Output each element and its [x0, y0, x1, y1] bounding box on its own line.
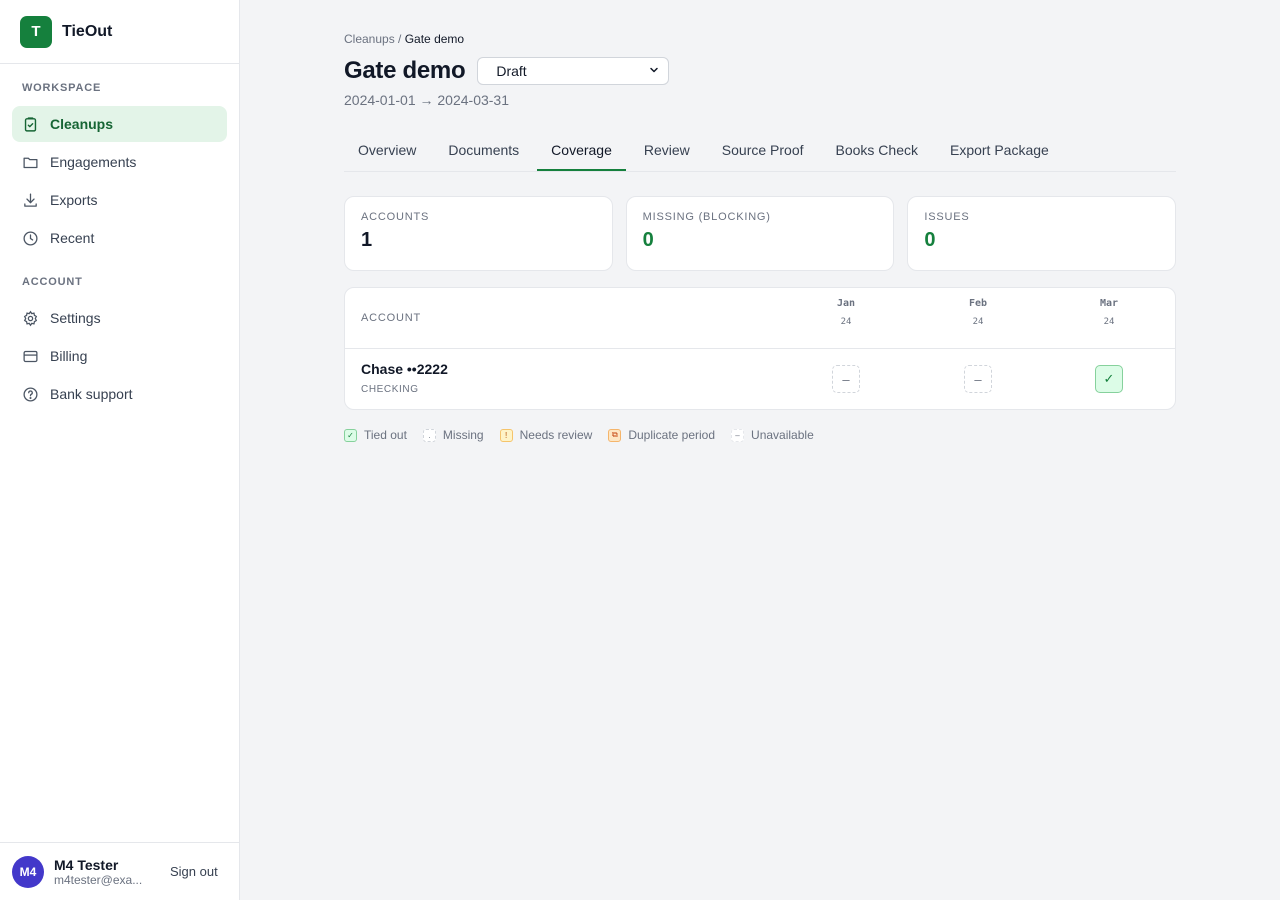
- column-header-month: Jan 24: [816, 298, 876, 327]
- status-select[interactable]: Draft: [477, 57, 670, 85]
- brand-logo: T: [20, 15, 52, 48]
- sidebar-item-cleanups[interactable]: Cleanups: [12, 106, 227, 142]
- legend-item-unavailable: – Unavailable: [731, 428, 814, 442]
- coverage-cell-tied-out[interactable]: ✓: [1095, 365, 1123, 393]
- breadcrumb: Cleanups / Gate demo: [344, 32, 1176, 46]
- month-label: Feb: [968, 297, 988, 309]
- legend-label: Duplicate period: [628, 428, 716, 442]
- download-icon: [22, 192, 39, 209]
- month-label: Mar: [1099, 297, 1119, 309]
- sidebar-item-label: Exports: [50, 192, 98, 208]
- year-label: 24: [840, 316, 852, 327]
- table-row: Chase ••2222 CHECKING – – ✓: [345, 349, 1175, 409]
- tab-overview[interactable]: Overview: [344, 134, 430, 171]
- warning-icon: !: [499, 428, 513, 442]
- status-select-value: Draft: [496, 63, 527, 79]
- date-range: 2024-01-01 → 2024-03-31: [344, 92, 510, 108]
- sidebar-item-label: Recent: [50, 230, 95, 246]
- credit-card-icon: [22, 348, 39, 365]
- stat-card-missing: MISSING (BLOCKING) 0: [625, 196, 895, 271]
- stat-label: ISSUES: [924, 211, 970, 223]
- stat-card-accounts: ACCOUNTS 1: [344, 196, 613, 271]
- account-name[interactable]: Chase ••2222: [361, 361, 448, 377]
- sidebar-item-billing[interactable]: Billing: [12, 338, 227, 374]
- user-name: M4 Tester: [54, 856, 119, 873]
- clipboard-check-icon: [22, 116, 39, 133]
- clock-icon: [22, 230, 39, 247]
- brand[interactable]: T TieOut: [0, 0, 239, 64]
- user-email: m4tester@exa...: [54, 872, 143, 887]
- account-type: CHECKING: [361, 384, 419, 395]
- legend-item-missing: . Missing: [422, 428, 484, 442]
- column-header-month: Feb 24: [948, 298, 1008, 327]
- page-title: Gate demo: [344, 57, 466, 84]
- month-label: Jan: [836, 297, 856, 309]
- sidebar-item-label: Engagements: [50, 154, 137, 170]
- user-panel: M4 M4 Tester m4tester@exa... Sign out: [0, 842, 239, 900]
- workspace-nav: Cleanups Engagements Exports Recent: [0, 106, 239, 256]
- legend: ✓ Tied out . Missing ! Needs review ⧉ Du…: [344, 428, 1176, 442]
- stat-card-issues: ISSUES 0: [907, 196, 1177, 271]
- brand-name: TieOut: [62, 22, 113, 40]
- duplicate-icon: ⧉: [608, 428, 622, 442]
- sidebar-item-exports[interactable]: Exports: [12, 182, 227, 218]
- account-section-label: ACCOUNT: [22, 276, 83, 288]
- sidebar-item-engagements[interactable]: Engagements: [12, 144, 227, 180]
- title-row: Gate demo Draft: [344, 56, 1176, 86]
- chevron-down-icon: [648, 63, 660, 79]
- main-content: Cleanups / Gate demo Gate demo Draft 202…: [344, 0, 1177, 442]
- tab-coverage[interactable]: Coverage: [537, 134, 626, 171]
- tab-source-proof[interactable]: Source Proof: [708, 134, 818, 171]
- folder-icon: [22, 154, 39, 171]
- legend-label: Needs review: [519, 428, 593, 442]
- legend-item-tied-out: ✓ Tied out: [344, 428, 407, 442]
- stat-value: 0: [642, 229, 654, 251]
- sidebar-item-label: Bank support: [50, 386, 133, 402]
- coverage-cell-unavailable[interactable]: –: [964, 365, 992, 393]
- tab-books-check[interactable]: Books Check: [822, 134, 932, 171]
- stat-label: ACCOUNTS: [361, 211, 430, 223]
- avatar[interactable]: M4: [12, 855, 44, 888]
- sidebar-item-settings[interactable]: Settings: [12, 300, 227, 336]
- year-label: 24: [972, 316, 984, 327]
- tab-export-package[interactable]: Export Package: [936, 134, 1063, 171]
- breadcrumb-separator: /: [394, 32, 405, 46]
- stat-value: 0: [924, 229, 936, 251]
- dash-icon: –: [731, 428, 745, 442]
- check-icon: ✓: [344, 428, 357, 442]
- sidebar-item-label: Cleanups: [50, 116, 114, 132]
- workspace-section-label: WORKSPACE: [22, 82, 102, 94]
- user-info: M4 Tester m4tester@exa...: [54, 857, 154, 887]
- help-circle-icon: [22, 386, 39, 403]
- sidebar: T TieOut WORKSPACE Cleanups Engagements …: [0, 0, 240, 900]
- sign-out-button[interactable]: Sign out: [170, 864, 218, 879]
- tab-documents[interactable]: Documents: [434, 134, 533, 171]
- sidebar-item-label: Billing: [50, 348, 88, 364]
- account-nav: Settings Billing Bank support: [0, 300, 239, 412]
- coverage-cell-unavailable[interactable]: –: [832, 365, 860, 393]
- legend-label: Missing: [442, 428, 484, 442]
- legend-item-needs-review: ! Needs review: [499, 428, 593, 442]
- column-header-account: ACCOUNT: [361, 312, 421, 324]
- tab-bar: Overview Documents Coverage Review Sourc…: [344, 134, 1176, 172]
- dot-icon: .: [422, 428, 436, 442]
- stats-row: ACCOUNTS 1 MISSING (BLOCKING) 0 ISSUES 0: [344, 196, 1177, 271]
- stat-label: MISSING (BLOCKING): [642, 211, 771, 223]
- sidebar-item-recent[interactable]: Recent: [12, 220, 227, 256]
- table-header: ACCOUNT Jan 24 Feb 24 Mar 24: [345, 288, 1175, 349]
- legend-label: Unavailable: [751, 428, 814, 442]
- year-label: 24: [1103, 316, 1115, 327]
- breadcrumb-current: Gate demo: [404, 32, 465, 46]
- gear-icon: [22, 310, 39, 327]
- tab-review[interactable]: Review: [630, 134, 704, 171]
- breadcrumb-parent-link[interactable]: Cleanups: [344, 32, 395, 46]
- legend-label: Tied out: [364, 428, 407, 442]
- column-header-month: Mar 24: [1079, 298, 1139, 327]
- coverage-table: ACCOUNT Jan 24 Feb 24 Mar 24 Chase ••222…: [344, 287, 1176, 410]
- sidebar-item-bank-support[interactable]: Bank support: [12, 376, 227, 412]
- legend-item-duplicate-period: ⧉ Duplicate period: [608, 428, 715, 442]
- sidebar-item-label: Settings: [50, 310, 101, 326]
- stat-value: 1: [361, 229, 373, 251]
